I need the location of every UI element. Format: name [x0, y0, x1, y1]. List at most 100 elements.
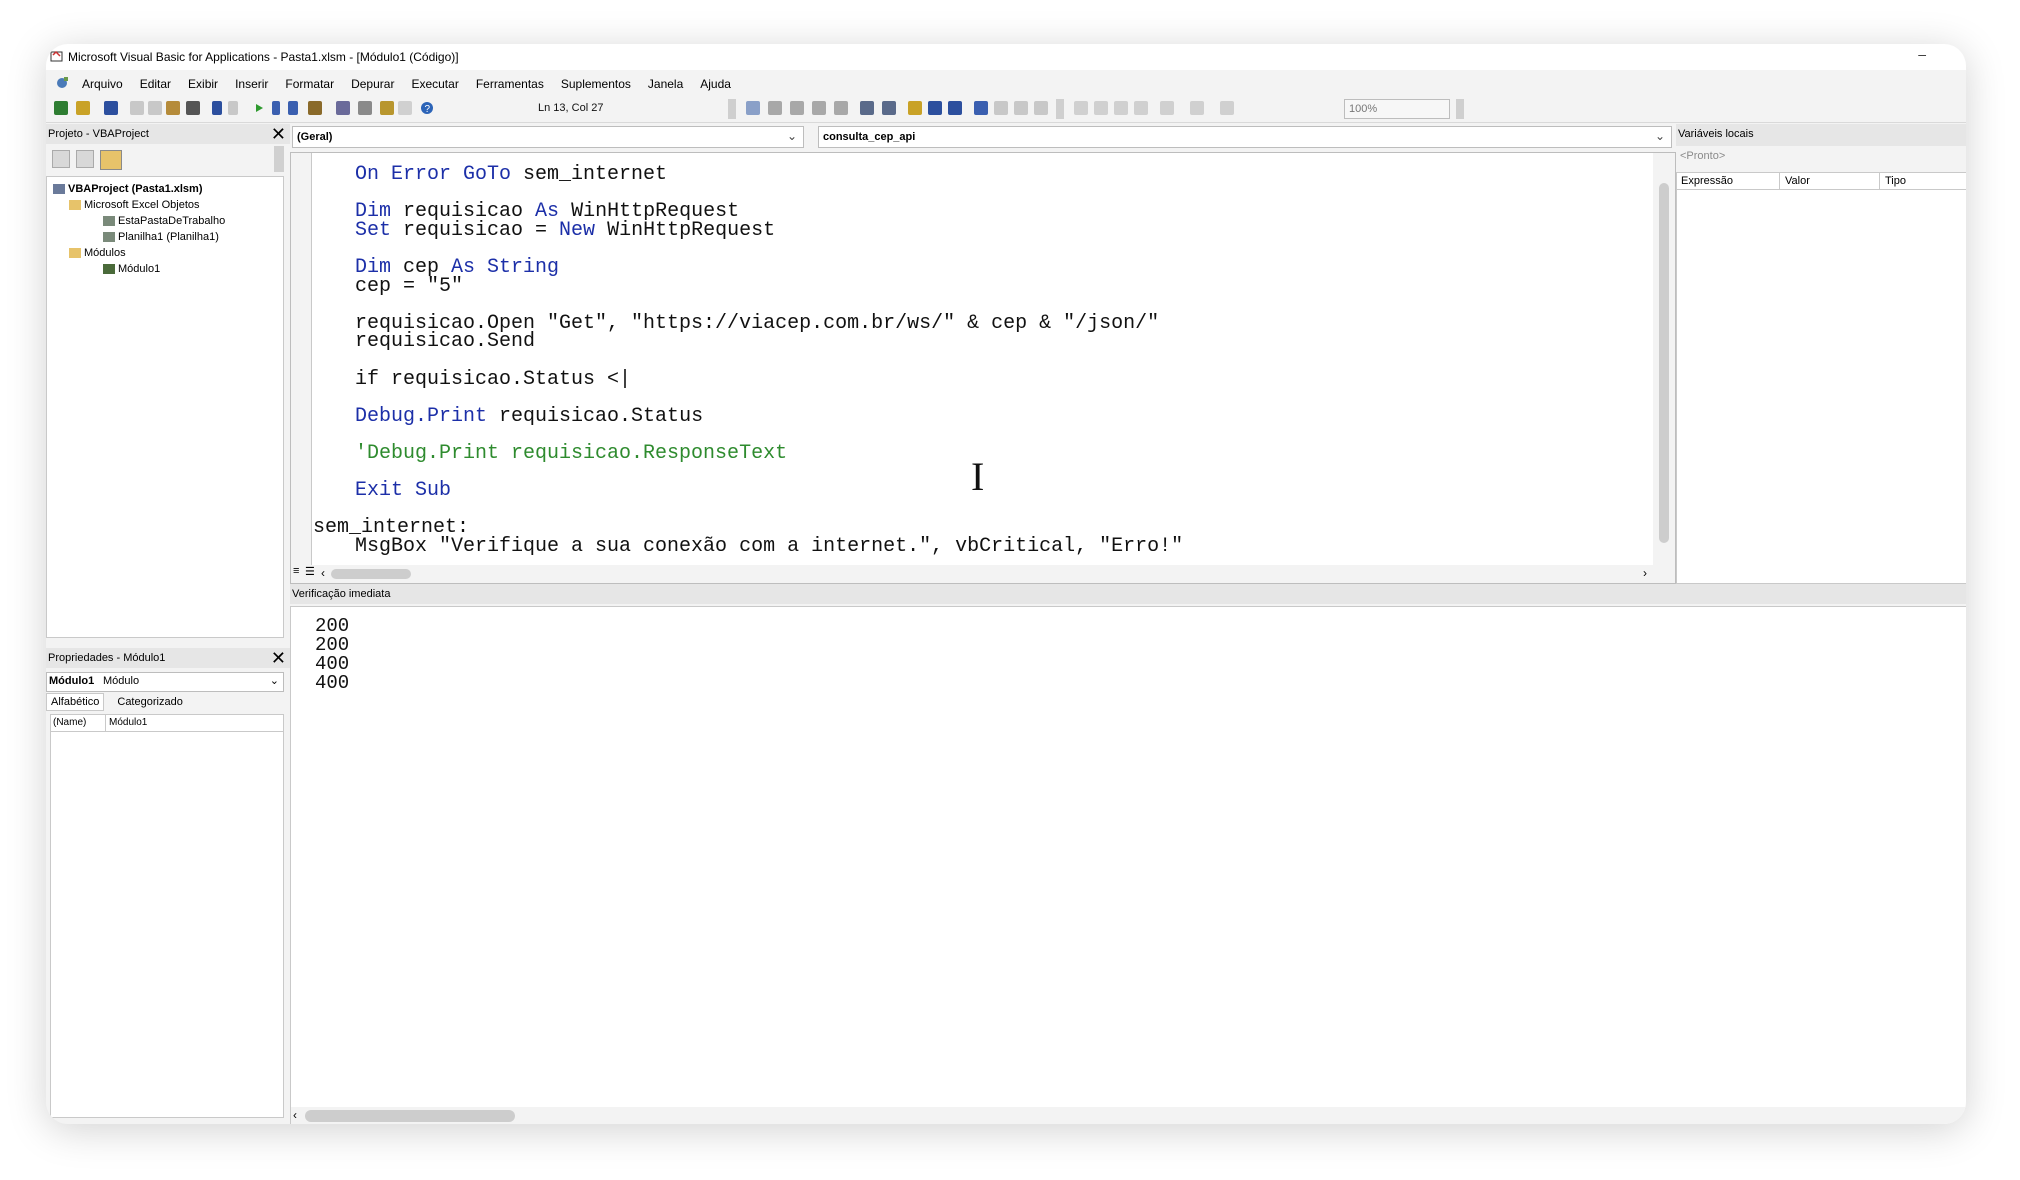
tree-module1[interactable]: Módulo1 [103, 263, 160, 275]
scroll-left-icon[interactable]: ‹ [293, 1108, 297, 1122]
align-icon[interactable] [1160, 101, 1174, 115]
copy-icon[interactable] [148, 101, 162, 115]
chevron-down-icon: ⌄ [269, 675, 279, 687]
code-editor[interactable]: On Error GoTo sem_internet Dim requisicao… [290, 152, 1676, 584]
userform-icon-3[interactable] [1114, 101, 1128, 115]
menu-arquivo[interactable]: Arquivo [82, 77, 123, 91]
save-icon[interactable] [104, 101, 118, 115]
column-tipo[interactable]: Tipo [1885, 175, 1906, 187]
code-token: New [559, 218, 596, 242]
userform-icon-1[interactable] [1074, 101, 1088, 115]
clear-bookmarks-icon[interactable] [1034, 101, 1048, 115]
horizontal-scroll-thumb[interactable] [331, 569, 411, 579]
minimize-button[interactable]: – [1918, 46, 1926, 62]
menu-exibir[interactable]: Exibir [188, 77, 218, 91]
project-explorer-title: Projeto - VBAProject [48, 128, 149, 140]
properties-object-select[interactable]: Módulo1 Módulo ⌄ [46, 672, 284, 692]
scroll-right-icon[interactable]: › [1643, 566, 1647, 580]
close-project-button[interactable]: ✕ [271, 124, 286, 144]
excel-view-icon[interactable] [54, 101, 68, 115]
column-divider [1879, 173, 1880, 189]
size-icon[interactable] [1220, 101, 1234, 115]
redo-icon[interactable] [228, 101, 238, 115]
toolbar-grip-3[interactable] [1456, 99, 1464, 119]
menu-janela[interactable]: Janela [648, 77, 683, 91]
column-valor[interactable]: Valor [1785, 175, 1810, 187]
object-combo[interactable]: (Geral) ⌄ [292, 126, 804, 148]
vertical-scroll-thumb[interactable] [1659, 183, 1669, 543]
toggle-breakpoint-icon[interactable] [908, 101, 922, 115]
project-explorer: Projeto - VBAProject ✕ VBAProject (Pasta… [46, 124, 290, 644]
reset-icon[interactable] [288, 101, 298, 115]
tree-excel-objects[interactable]: Microsoft Excel Objetos [69, 199, 200, 211]
menu-depurar[interactable]: Depurar [351, 77, 394, 91]
horizontal-scroll-thumb[interactable] [305, 1110, 515, 1122]
procedure-combo[interactable]: consulta_cep_api ⌄ [818, 126, 1672, 148]
uncomment-block-icon[interactable] [948, 101, 962, 115]
toolbox-icon[interactable] [398, 101, 412, 115]
toolbar-grip[interactable] [728, 99, 736, 119]
tree-vbaproject[interactable]: VBAProject (Pasta1.xlsm) [53, 183, 203, 195]
tree-sheet1[interactable]: Planilha1 (Planilha1) [103, 231, 219, 243]
procedure-view-icon[interactable]: ≡ [293, 565, 299, 577]
paste-icon[interactable] [166, 101, 180, 115]
undo-icon[interactable] [212, 101, 222, 115]
edit-toolbar-icon-1[interactable] [746, 101, 760, 115]
tab-alfabetico[interactable]: Alfabético [46, 693, 105, 711]
properties-window-icon[interactable] [358, 101, 372, 115]
column-expressao[interactable]: Expressão [1681, 175, 1733, 187]
code-horizontal-scrollbar[interactable]: ≡ ☰ ‹ › [291, 565, 1675, 583]
immediate-horizontal-scrollbar[interactable]: ‹ [291, 1107, 1966, 1124]
outdent-icon[interactable] [882, 101, 896, 115]
find-icon[interactable] [186, 101, 200, 115]
tab-categorizado[interactable]: Categorizado [113, 694, 186, 710]
toolbar-grip-2[interactable] [1056, 99, 1064, 119]
tree-workbook[interactable]: EstaPastaDeTrabalho [103, 215, 225, 227]
edit-toolbar-icon-3[interactable] [790, 101, 804, 115]
edit-toolbar-icon-4[interactable] [812, 101, 826, 115]
property-value[interactable]: Módulo1 [109, 717, 147, 728]
close-properties-button[interactable]: ✕ [271, 648, 286, 668]
menu-editar[interactable]: Editar [140, 77, 171, 91]
project-scrollbar-icon[interactable] [274, 146, 284, 172]
object-browser-icon[interactable] [380, 101, 394, 115]
tree-modules[interactable]: Módulos [69, 247, 126, 259]
edit-toolbar-icon-5[interactable] [834, 101, 848, 115]
locals-table: Expressão Valor Tipo [1676, 172, 1966, 584]
scroll-left-icon[interactable]: ‹ [321, 566, 325, 580]
immediate-window[interactable]: 200 200 400 400 ‹ [290, 606, 1966, 1124]
menu-formatar[interactable]: Formatar [285, 77, 334, 91]
full-module-view-icon[interactable]: ☰ [305, 565, 315, 578]
cut-icon[interactable] [130, 101, 144, 115]
project-explorer-icon[interactable] [336, 101, 350, 115]
view-code-icon[interactable] [52, 150, 70, 168]
userform-icon-2[interactable] [1094, 101, 1108, 115]
insert-userform-icon[interactable] [76, 101, 90, 115]
zoom-select[interactable]: 100% [1344, 99, 1450, 119]
view-object-icon[interactable] [76, 150, 94, 168]
vba-menu-icon[interactable] [54, 75, 70, 91]
property-key: (Name) [53, 717, 87, 728]
run-icon[interactable] [252, 101, 266, 115]
design-mode-icon[interactable] [308, 101, 322, 115]
menu-ferramentas[interactable]: Ferramentas [476, 77, 544, 91]
code-token: Exit Sub [355, 479, 452, 503]
code-token: As String [451, 256, 560, 279]
break-icon[interactable] [272, 101, 280, 115]
center-icon[interactable] [1190, 101, 1204, 115]
prev-bookmark-icon[interactable] [1014, 101, 1028, 115]
menu-executar[interactable]: Executar [411, 77, 458, 91]
menu-suplementos[interactable]: Suplementos [561, 77, 631, 91]
menu-inserir[interactable]: Inserir [235, 77, 268, 91]
menu-ajuda[interactable]: Ajuda [700, 77, 731, 91]
userform-icon-4[interactable] [1134, 101, 1148, 115]
comment-block-icon[interactable] [928, 101, 942, 115]
indent-icon[interactable] [860, 101, 874, 115]
edit-toolbar-icon-2[interactable] [768, 101, 782, 115]
help-icon[interactable]: ? [420, 101, 434, 115]
code-vertical-scrollbar[interactable] [1653, 153, 1675, 565]
code-margin-indicator-bar[interactable] [291, 153, 312, 565]
bookmark-icon[interactable] [974, 101, 988, 115]
toggle-folders-icon[interactable] [100, 150, 122, 170]
next-bookmark-icon[interactable] [994, 101, 1008, 115]
